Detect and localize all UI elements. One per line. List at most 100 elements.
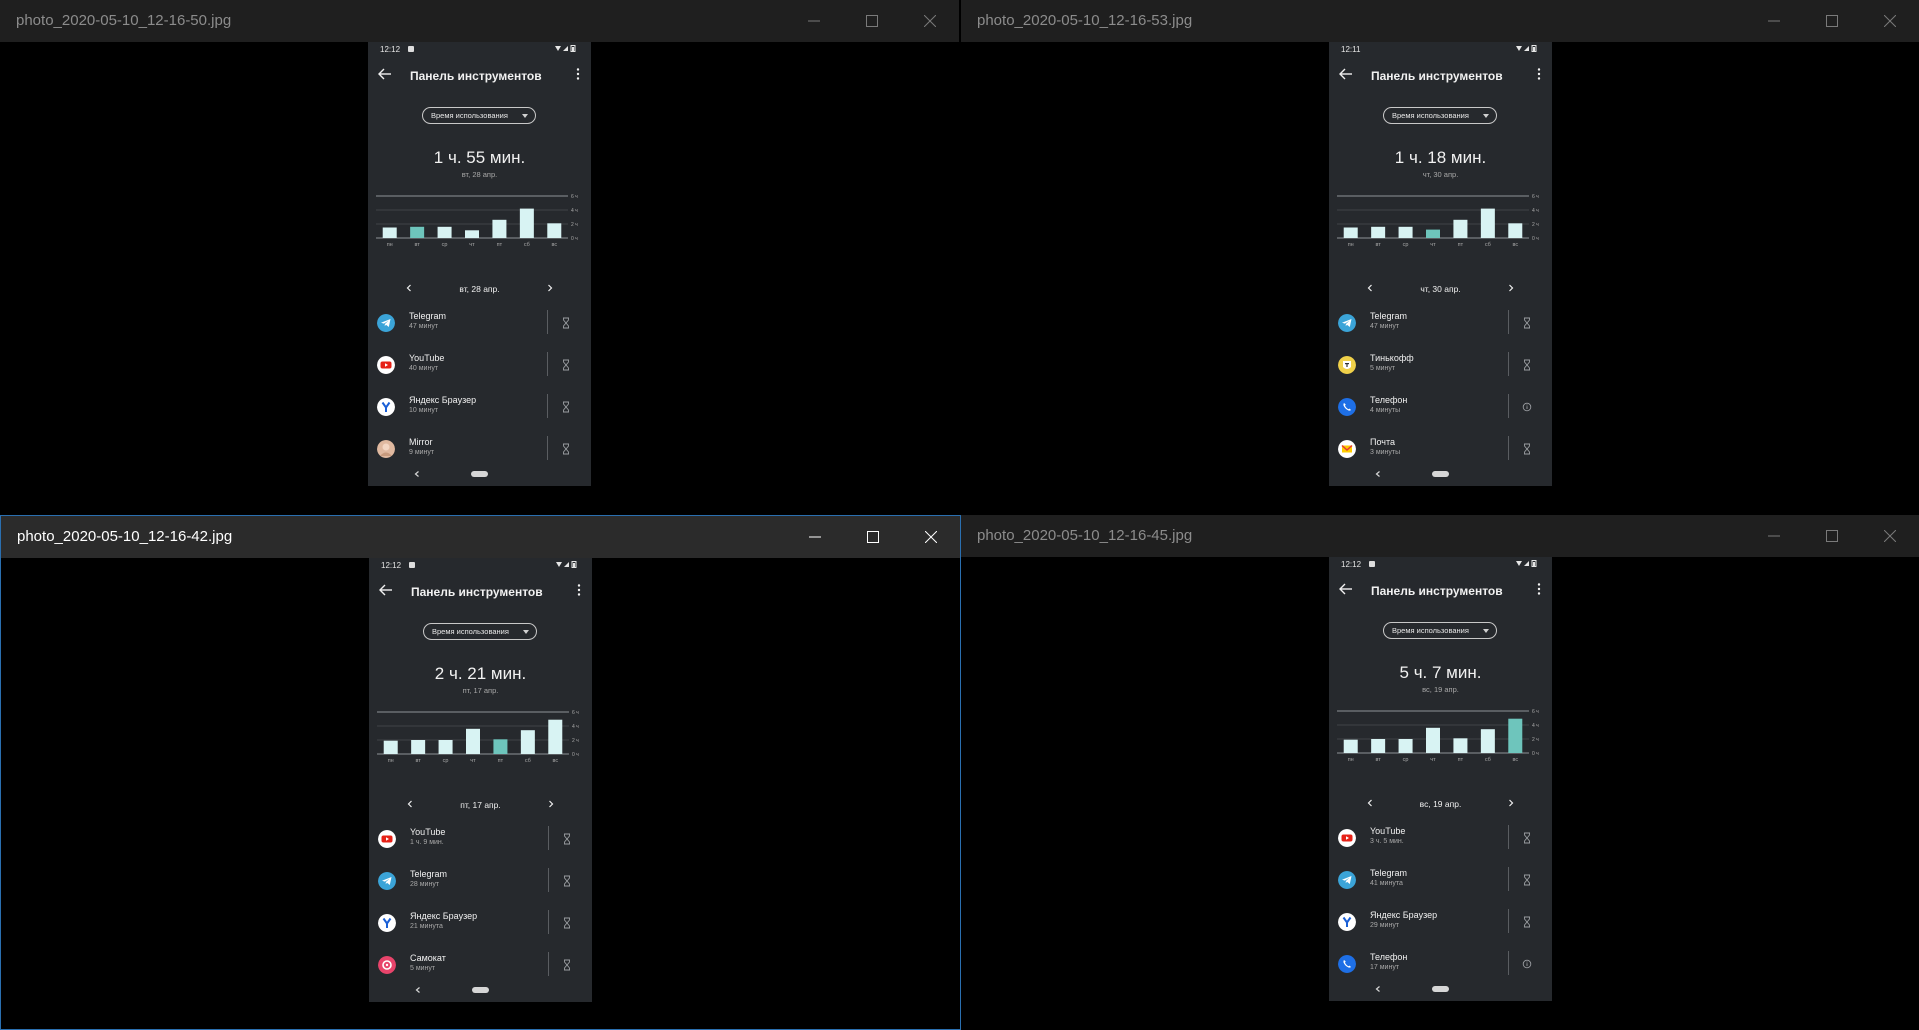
app-usage-row[interactable]: Почта 3 минуты bbox=[1329, 433, 1552, 465]
app-usage-row[interactable]: YouTube 3 ч. 5 мин. bbox=[1329, 822, 1552, 854]
close-button[interactable] bbox=[901, 0, 959, 42]
status-bar: 12:12 bbox=[1329, 557, 1552, 571]
back-arrow-icon[interactable] bbox=[377, 66, 393, 82]
phone-icon bbox=[1338, 955, 1356, 973]
selected-day-label: вс, 19 апр. bbox=[1419, 799, 1462, 809]
app-usage-row[interactable]: Телефон 17 минут bbox=[1329, 948, 1552, 980]
next-day-icon[interactable] bbox=[544, 282, 556, 294]
app-usage-row[interactable]: Telegram 41 минута bbox=[1329, 864, 1552, 896]
app-usage-time: 3 ч. 5 мин. bbox=[1370, 838, 1404, 845]
next-day-icon[interactable] bbox=[545, 798, 557, 810]
app-usage-row[interactable]: Яндекс Браузер 29 минут bbox=[1329, 906, 1552, 938]
maximize-button[interactable] bbox=[1803, 0, 1861, 42]
app-usage-row[interactable]: YouTube 40 минут bbox=[368, 349, 591, 381]
app-name: Telegram bbox=[410, 869, 448, 879]
usage-type-dropdown[interactable]: Время использования bbox=[1383, 622, 1497, 639]
app-timer-button[interactable] bbox=[561, 400, 571, 413]
image-viewer-window-4[interactable]: photo_2020-05-10_12-16-45.jpg 12:12 Пане… bbox=[961, 515, 1919, 1030]
close-button[interactable] bbox=[1861, 0, 1919, 42]
day-navigator: пт, 17 апр. bbox=[369, 798, 592, 812]
row-divider bbox=[548, 826, 549, 850]
app-bar: Панель инструментов bbox=[368, 60, 591, 88]
app-usage-row[interactable]: Самокат 5 минут bbox=[369, 949, 592, 981]
phone-screenshot: 12:12 Панель инструментов Время использо… bbox=[1329, 557, 1552, 1001]
close-button[interactable] bbox=[1861, 515, 1919, 557]
app-timer-button[interactable] bbox=[562, 958, 572, 971]
phone-screenshot: 12:12 Панель инструментов Время использо… bbox=[368, 42, 591, 486]
more-options-icon[interactable] bbox=[576, 582, 582, 598]
app-timer-button[interactable] bbox=[1522, 873, 1532, 886]
window-titlebar[interactable]: photo_2020-05-10_12-16-53.jpg bbox=[961, 0, 1919, 42]
nav-back-icon[interactable] bbox=[412, 469, 422, 479]
app-timer-button[interactable] bbox=[1522, 316, 1532, 329]
app-usage-row[interactable]: YouTube 1 ч. 9 мин. bbox=[369, 823, 592, 855]
app-usage-row[interactable]: Яндекс Браузер 10 минут bbox=[368, 391, 591, 423]
more-options-icon[interactable] bbox=[575, 66, 581, 82]
app-usage-row[interactable]: Telegram 47 минут bbox=[1329, 307, 1552, 339]
app-timer-button[interactable] bbox=[562, 916, 572, 929]
app-usage-row[interactable]: Telegram 28 минут bbox=[369, 865, 592, 897]
status-bar: 12:11 bbox=[1329, 42, 1552, 56]
chart-bar-вс bbox=[1508, 718, 1523, 753]
back-arrow-icon[interactable] bbox=[1338, 66, 1354, 82]
back-arrow-icon[interactable] bbox=[1338, 581, 1354, 597]
nav-back-icon[interactable] bbox=[1373, 469, 1383, 479]
minimize-button[interactable] bbox=[785, 0, 843, 42]
app-timer-button[interactable] bbox=[1522, 358, 1532, 371]
app-info-button[interactable] bbox=[1522, 957, 1532, 969]
nav-back-icon[interactable] bbox=[413, 985, 423, 995]
x-tick-label: пт bbox=[497, 242, 503, 248]
app-timer-button[interactable] bbox=[561, 316, 571, 329]
back-arrow-icon[interactable] bbox=[378, 582, 394, 598]
app-timer-button[interactable] bbox=[1522, 442, 1532, 455]
more-options-icon[interactable] bbox=[1536, 66, 1542, 82]
app-timer-button[interactable] bbox=[561, 358, 571, 371]
next-day-icon[interactable] bbox=[1505, 282, 1517, 294]
usage-type-dropdown[interactable]: Время использования bbox=[423, 623, 537, 640]
y-tick-label: 2 ч bbox=[572, 738, 579, 744]
app-usage-row[interactable]: Яндекс Браузер 21 минута bbox=[369, 907, 592, 939]
image-viewer-window-3[interactable]: photo_2020-05-10_12-16-42.jpg 12:12 Пане… bbox=[0, 515, 961, 1030]
app-timer-button[interactable] bbox=[561, 442, 571, 455]
nav-back-icon[interactable] bbox=[1373, 984, 1383, 994]
selected-day-label: пт, 17 апр. bbox=[460, 800, 501, 810]
home-pill[interactable] bbox=[1432, 471, 1449, 477]
maximize-button[interactable] bbox=[1803, 515, 1861, 557]
close-button[interactable] bbox=[902, 516, 960, 558]
app-name: YouTube bbox=[409, 353, 445, 363]
home-pill[interactable] bbox=[472, 987, 489, 993]
app-timer-button[interactable] bbox=[1522, 831, 1532, 844]
maximize-button[interactable] bbox=[844, 516, 902, 558]
minimize-button[interactable] bbox=[1745, 0, 1803, 42]
app-usage-row[interactable]: Mirror 9 минут bbox=[368, 433, 591, 465]
app-timer-button[interactable] bbox=[562, 874, 572, 887]
total-usage-time: 2 ч. 21 мин. bbox=[434, 664, 527, 683]
app-usage-row[interactable]: Тинькофф 5 минут bbox=[1329, 349, 1552, 381]
app-info-button[interactable] bbox=[1522, 400, 1532, 412]
maximize-button[interactable] bbox=[843, 0, 901, 42]
home-pill[interactable] bbox=[471, 471, 488, 477]
caret-down-icon bbox=[1483, 114, 1489, 118]
notification-icon bbox=[1369, 561, 1375, 567]
app-usage-row[interactable]: Telegram 47 минут bbox=[368, 307, 591, 339]
window-titlebar[interactable]: photo_2020-05-10_12-16-50.jpg bbox=[0, 0, 959, 42]
chart-bar-вс bbox=[547, 223, 562, 238]
next-day-icon[interactable] bbox=[1505, 797, 1517, 809]
minimize-button[interactable] bbox=[786, 516, 844, 558]
home-pill[interactable] bbox=[1432, 986, 1449, 992]
window-titlebar[interactable]: photo_2020-05-10_12-16-45.jpg bbox=[961, 515, 1919, 557]
app-timer-button[interactable] bbox=[1522, 915, 1532, 928]
image-viewer-window-2[interactable]: photo_2020-05-10_12-16-53.jpg 12:11 Пане… bbox=[961, 0, 1919, 515]
app-timer-button[interactable] bbox=[562, 832, 572, 845]
minimize-button[interactable] bbox=[1745, 515, 1803, 557]
image-viewer-window-1[interactable]: photo_2020-05-10_12-16-50.jpg 12:12 Пане… bbox=[0, 0, 959, 515]
selected-day-label: чт, 30 апр. bbox=[1420, 284, 1461, 294]
y-tick-label: 2 ч bbox=[571, 222, 578, 228]
usage-type-dropdown[interactable]: Время использования bbox=[422, 107, 536, 124]
more-options-icon[interactable] bbox=[1536, 581, 1542, 597]
chart-bar-пн bbox=[382, 227, 397, 238]
app-usage-row[interactable]: Телефон 4 минуты bbox=[1329, 391, 1552, 423]
day-navigator: чт, 30 апр. bbox=[1329, 282, 1552, 296]
usage-type-dropdown[interactable]: Время использования bbox=[1383, 107, 1497, 124]
window-titlebar[interactable]: photo_2020-05-10_12-16-42.jpg bbox=[1, 516, 960, 558]
